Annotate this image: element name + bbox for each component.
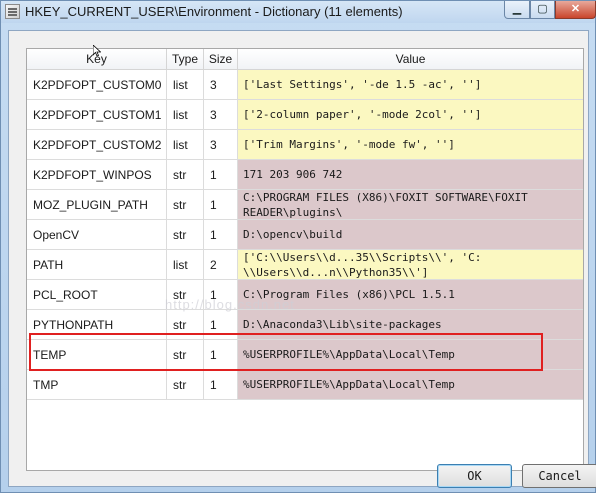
mouse-cursor-icon <box>93 45 101 57</box>
key-cell: PCL_ROOT <box>27 280 167 310</box>
cancel-button[interactable]: Cancel <box>522 464 596 488</box>
key-cell: K2PDFOPT_CUSTOM0 <box>27 70 167 100</box>
key-cell: K2PDFOPT_CUSTOM2 <box>27 130 167 160</box>
dialog-body: Key Type Size Value K2PDFOPT_CUSTOM0 list… <box>8 30 596 488</box>
table-row[interactable]: K2PDFOPT_CUSTOM1 list 3 ['2-column paper', … <box>27 100 583 130</box>
dictionary-window: HKEY_CURRENT_USER\Environment - Dictiona… <box>0 0 596 493</box>
value-cell: C:\PROGRAM FILES (X86)\FOXIT SOFTWARE\FO… <box>238 190 583 220</box>
key-cell: PATH <box>27 250 167 280</box>
table-row[interactable]: K2PDFOPT_WINPOS str 1 171 203 906 742 <box>27 160 583 190</box>
key-cell: K2PDFOPT_CUSTOM1 <box>27 100 167 130</box>
table-row[interactable]: PATH list 2 ['C:\\Users\\d...35\\Scripts\\'… <box>27 250 583 280</box>
type-cell: list <box>167 70 204 100</box>
type-cell: str <box>167 220 204 250</box>
dictionary-table[interactable]: Key Type Size Value K2PDFOPT_CUSTOM0 list… <box>26 48 584 471</box>
column-header-type[interactable]: Type <box>167 49 204 69</box>
column-header-size[interactable]: Size <box>204 49 238 69</box>
title-bar[interactable]: HKEY_CURRENT_USER\Environment - Dictiona… <box>1 1 596 23</box>
type-cell: list <box>167 100 204 130</box>
ok-button[interactable]: OK <box>437 464 512 488</box>
table-row[interactable]: PCL_ROOT str 1 C:\Program Files (x86)\PCL 1… <box>27 280 583 310</box>
type-cell: list <box>167 130 204 160</box>
key-cell: K2PDFOPT_WINPOS <box>27 160 167 190</box>
maximize-button[interactable]: ▢ <box>530 1 555 19</box>
close-button[interactable]: ✕ <box>555 1 596 19</box>
size-cell: 1 <box>204 190 238 220</box>
key-cell: MOZ_PLUGIN_PATH <box>27 190 167 220</box>
table-row[interactable]: TMP str 1 %USERPROFILE%\AppData\Local\Temp <box>27 370 583 400</box>
table-row[interactable]: MOZ_PLUGIN_PATH str 1 C:\PROGRAM FILES (X86… <box>27 190 583 220</box>
table-row[interactable]: K2PDFOPT_CUSTOM0 list 3 ['Last Settings', '… <box>27 70 583 100</box>
value-cell: ['C:\\Users\\d...35\\Scripts\\', 'C: \\U… <box>238 250 583 280</box>
type-cell: str <box>167 370 204 400</box>
table-header: Key Type Size Value <box>27 49 583 70</box>
app-icon <box>5 4 20 19</box>
minimize-button[interactable]: ▁ <box>504 1 530 19</box>
size-cell: 3 <box>204 70 238 100</box>
type-cell: list <box>167 250 204 280</box>
value-cell: D:\opencv\build <box>238 220 583 250</box>
type-cell: str <box>167 190 204 220</box>
size-cell: 2 <box>204 250 238 280</box>
key-cell: TMP <box>27 370 167 400</box>
window-title: HKEY_CURRENT_USER\Environment - Dictiona… <box>25 4 403 19</box>
value-cell: ['Last Settings', '-de 1.5 -ac', ''] <box>238 70 583 100</box>
size-cell: 3 <box>204 100 238 130</box>
value-cell: 171 203 906 742 <box>238 160 583 190</box>
size-cell: 3 <box>204 130 238 160</box>
size-cell: 1 <box>204 160 238 190</box>
size-cell: 1 <box>204 370 238 400</box>
pythonpath-highlight-box <box>29 333 543 371</box>
table-row[interactable]: OpenCV str 1 D:\opencv\build <box>27 220 583 250</box>
key-cell: OpenCV <box>27 220 167 250</box>
value-cell: ['2-column paper', '-mode 2col', ''] <box>238 100 583 130</box>
table-row[interactable]: K2PDFOPT_CUSTOM2 list 3 ['Trim Margins', '-… <box>27 130 583 160</box>
column-header-value[interactable]: Value <box>238 49 583 69</box>
value-cell: ['Trim Margins', '-mode fw', ''] <box>238 130 583 160</box>
value-cell: %USERPROFILE%\AppData\Local\Temp <box>238 370 583 400</box>
size-cell: 1 <box>204 220 238 250</box>
type-cell: str <box>167 160 204 190</box>
watermark-text: http://blog.csdn.net <box>165 297 295 312</box>
